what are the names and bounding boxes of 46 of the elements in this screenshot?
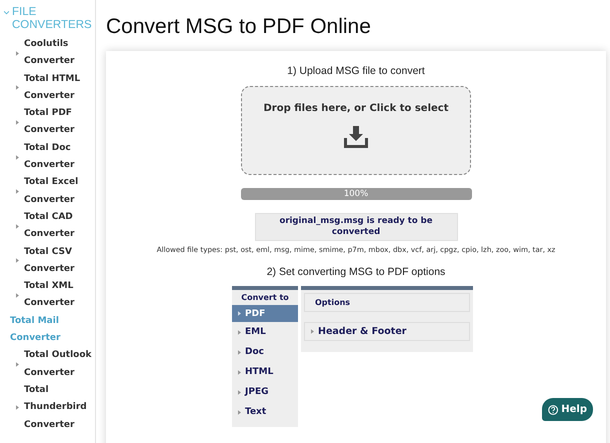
help-button[interactable]: Help bbox=[542, 398, 593, 421]
triangle-bullet-icon bbox=[238, 410, 241, 414]
triangle-bullet-icon bbox=[16, 189, 19, 194]
status-message: original_msg.msg is ready to be converted bbox=[254, 213, 458, 241]
triangle-bullet-icon bbox=[238, 370, 241, 374]
triangle-bullet-icon bbox=[16, 405, 19, 410]
step-heading: 1) Upload MSG file to convert bbox=[287, 65, 425, 77]
sidebar-item[interactable]: Total CAD Converter bbox=[24, 208, 95, 244]
options-section-header[interactable]: Header & Footer bbox=[304, 322, 470, 341]
triangle-bullet-icon bbox=[16, 224, 19, 229]
caret-icon[interactable] bbox=[4, 10, 9, 15]
file-drop-zone[interactable]: Drop files here, or Click to select bbox=[241, 86, 471, 175]
step-heading: 2) Set converting MSG to PDF options bbox=[266, 266, 446, 278]
sidebar-item[interactable]: Total CSV Converter bbox=[24, 244, 95, 278]
sidebar-item[interactable]: Total PDF Converter bbox=[24, 105, 95, 140]
sidebar-item[interactable]: Total Thunderbird Converter bbox=[24, 382, 95, 434]
page-title: Convert MSG to PDF Online bbox=[106, 15, 372, 39]
sidebar-item[interactable]: Total Doc Converter bbox=[24, 140, 95, 174]
sidebar-item[interactable]: Total Outlook Converter bbox=[24, 347, 95, 382]
format-panel-title: Convert to bbox=[240, 292, 290, 304]
triangle-bullet-icon bbox=[16, 120, 19, 125]
triangle-bullet-icon bbox=[238, 311, 241, 316]
format-option[interactable]: Text bbox=[232, 402, 298, 422]
triangle-bullet-icon bbox=[16, 154, 19, 160]
triangle-bullet-icon bbox=[16, 50, 19, 56]
triangle-bullet-icon bbox=[16, 362, 19, 368]
format-option[interactable]: PDF bbox=[232, 305, 298, 322]
sidebar-item[interactable]: Total Excel Converter bbox=[24, 174, 95, 209]
format-option[interactable]: HTML bbox=[232, 362, 298, 382]
triangle-bullet-icon bbox=[16, 292, 19, 298]
format-option[interactable]: EML bbox=[232, 322, 298, 342]
sidebar-item[interactable]: Total XML Converter bbox=[24, 278, 95, 313]
sidebar-item[interactable]: Coolutils Converter bbox=[24, 36, 95, 71]
format-option[interactable]: JPEG bbox=[232, 382, 298, 402]
triangle-bullet-icon bbox=[238, 350, 241, 354]
options-title: Options bbox=[304, 293, 470, 312]
triangle-bullet-icon bbox=[238, 390, 241, 394]
download-tray-icon bbox=[344, 126, 368, 148]
question-icon bbox=[548, 404, 558, 416]
triangle-bullet-icon bbox=[311, 329, 314, 334]
triangle-bullet-icon bbox=[16, 258, 19, 264]
progress-label: 100% bbox=[342, 188, 370, 200]
format-option[interactable]: Doc bbox=[232, 342, 298, 362]
triangle-bullet-icon bbox=[238, 330, 241, 334]
triangle-bullet-icon bbox=[16, 85, 19, 90]
sidebar-item[interactable]: Total HTML Converter bbox=[24, 70, 95, 106]
